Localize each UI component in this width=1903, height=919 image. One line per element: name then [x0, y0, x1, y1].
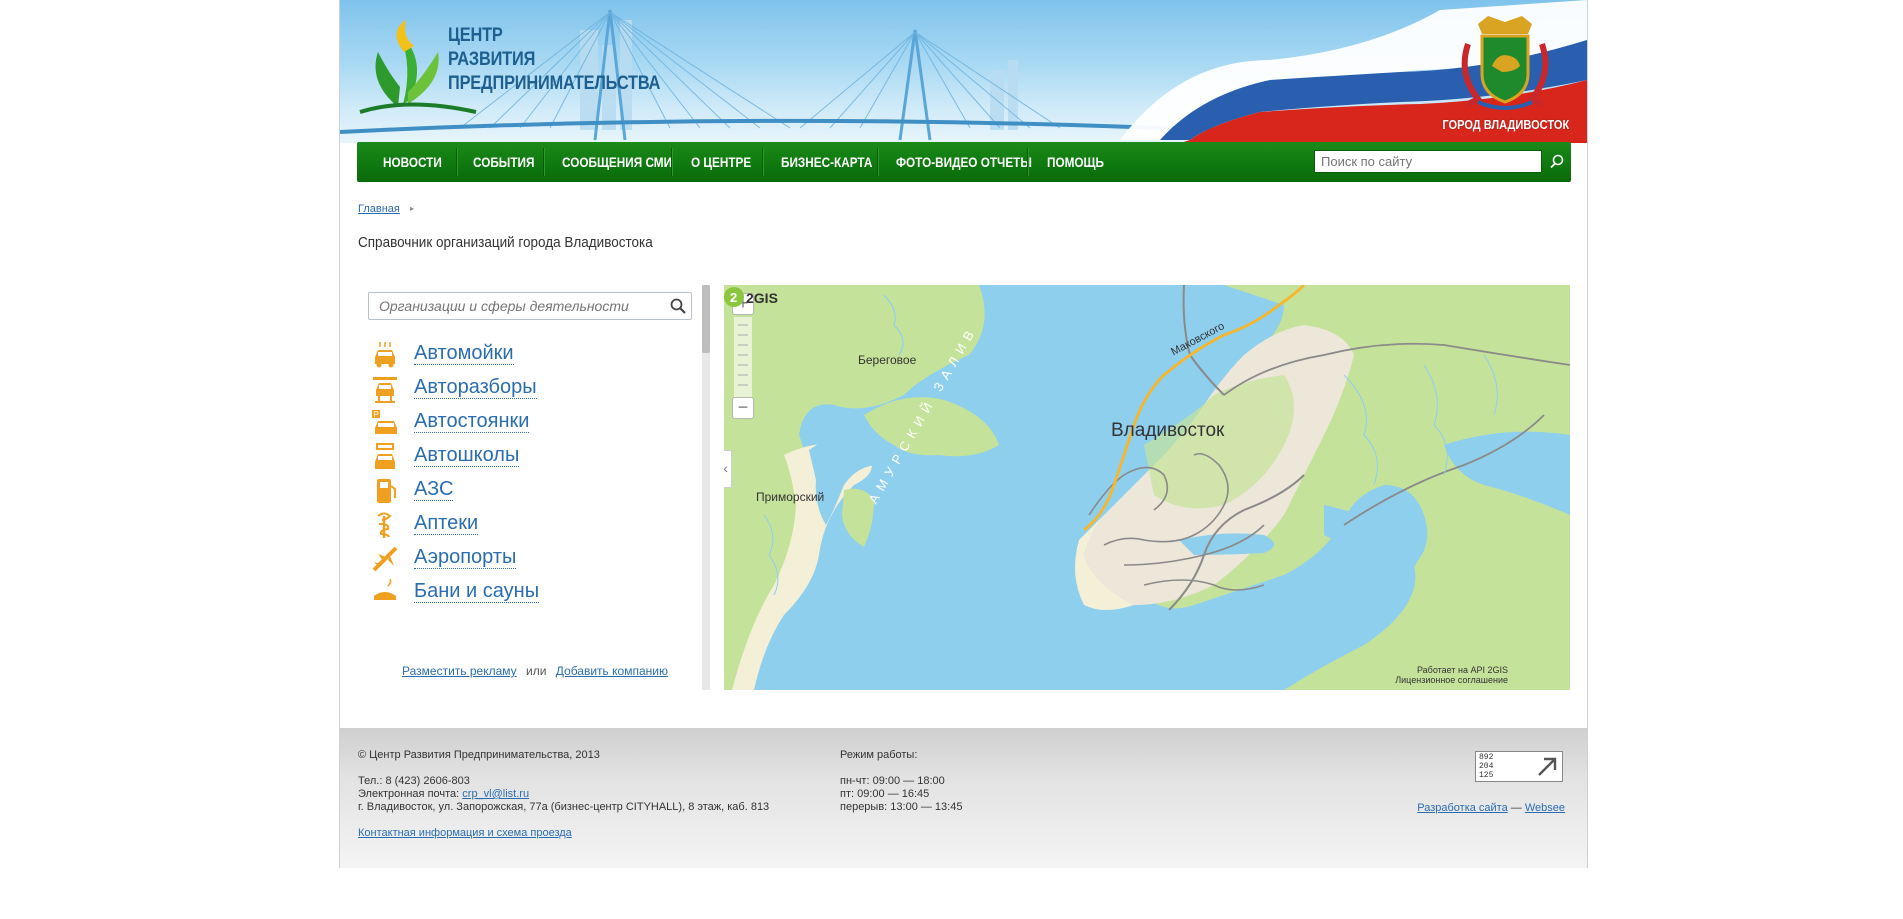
footer-hours-line: пн-чт: 09:00 — 18:00: [840, 775, 945, 787]
attribution-license-link[interactable]: Лицензионное соглашение: [1395, 675, 1508, 685]
footer-address: г. Владивосток, ул. Запорожская, 77а (би…: [358, 801, 770, 813]
footer-dev-link[interactable]: Разработка сайта: [1417, 802, 1507, 814]
footer-dev-dash: —: [1510, 802, 1522, 814]
map-label-city: Владивосток: [1111, 420, 1225, 441]
footer-hours-title: Режим работы:: [840, 749, 918, 761]
or-text: или: [526, 664, 547, 678]
catalog-search-icon[interactable]: [669, 297, 687, 315]
parking-icon: P: [372, 410, 397, 434]
pharmacy-icon: [377, 512, 392, 538]
zoom-out-button[interactable]: −: [732, 397, 754, 419]
nav-separator: [543, 148, 544, 176]
category-item[interactable]: АЗС: [370, 474, 680, 508]
car-wash-icon: [375, 342, 395, 368]
logo-line: ЦЕНТР: [448, 25, 503, 46]
city-map[interactable]: + − « Береговое Приморский АМУРСКИЙ ЗАЛИ…: [724, 285, 1570, 690]
category-item[interactable]: Аэропорты: [370, 542, 680, 576]
catalog-search-input[interactable]: [368, 292, 692, 320]
nav-separator: [456, 148, 457, 176]
category-label: Автостоянки: [414, 410, 530, 433]
2gis-brand-text: 2GIS: [746, 290, 778, 306]
category-item[interactable]: Аптеки: [370, 508, 680, 542]
nav-item-news[interactable]: НОВОСТИ: [383, 142, 442, 182]
airplane-icon: [372, 546, 398, 572]
footer-contacts-row: Контактная информация и схема проезда: [358, 826, 572, 840]
nav-item-business-map[interactable]: БИЗНЕС-КАРТА: [781, 142, 872, 182]
attribution-api: Работает на API 2GIS: [1416, 665, 1508, 675]
footer-contacts-link[interactable]: Контактная информация и схема проезда: [358, 827, 572, 839]
nav-item-media[interactable]: СООБЩЕНИЯ СМИ: [562, 142, 672, 182]
category-item[interactable]: Автомойки: [370, 338, 680, 372]
footer-developer-row: Разработка сайта — Websee: [1417, 801, 1565, 815]
car-lift-icon: [373, 377, 397, 403]
footer-email-row: Электронная почта: crp_vl@list.ru: [358, 787, 529, 801]
map-label-beregovoe: Береговое: [858, 353, 917, 367]
category-label: Аэропорты: [414, 546, 517, 569]
footer-hours-line: пт: 09:00 — 16:45: [840, 788, 930, 800]
city-emblem-icon: [1461, 16, 1549, 110]
search-icon[interactable]: [1547, 150, 1567, 173]
map-zoom-control: + −: [732, 293, 756, 433]
panel-collapse-button[interactable]: «: [724, 450, 732, 488]
logo-text: ЦЕНТР РАЗВИТИЯ ПРЕДПРИНИМАТЕЛЬСТВА: [448, 24, 695, 96]
category-item[interactable]: Авторазборы: [370, 372, 680, 406]
advertise-link[interactable]: Разместить рекламу: [402, 664, 517, 678]
svg-text:P: P: [374, 410, 379, 419]
footer-copyright: © Центр Развития Предпринимательства, 20…: [358, 749, 600, 761]
counter-digits: 892: [1479, 753, 1494, 762]
add-company-link[interactable]: Добавить компанию: [556, 664, 668, 678]
nav-item-about[interactable]: О ЦЕНТРЕ: [691, 142, 751, 182]
nav-separator: [877, 148, 878, 176]
footer-websee-link[interactable]: Websee: [1525, 802, 1565, 814]
logo-line: ПРЕДПРИНИМАТЕЛЬСТВА: [448, 73, 661, 94]
page-container: ЦЕНТР РАЗВИТИЯ ПРЕДПРИНИМАТЕЛЬСТВА ГОРОД…: [339, 0, 1588, 868]
map-label-primorsky: Приморский: [756, 490, 825, 504]
catalog-actions: Разместить рекламу или Добавить компанию: [402, 664, 668, 678]
footer-email-link[interactable]: crp_vl@list.ru: [462, 788, 529, 800]
category-scrollbar[interactable]: [702, 285, 710, 690]
counter-digits: 204: [1479, 762, 1494, 771]
category-label: АЗС: [414, 478, 454, 501]
2gis-logo[interactable]: 2 2GIS: [724, 285, 778, 309]
breadcrumb-arrow-icon: ▸: [410, 204, 415, 213]
category-label: Автомойки: [414, 342, 514, 365]
nav-separator: [762, 148, 763, 176]
sauna-icon: [374, 578, 396, 600]
counter-digits: 125: [1479, 771, 1494, 780]
arrow-up-right-icon: [1538, 757, 1557, 776]
driving-school-icon: [375, 443, 395, 469]
site-header: ЦЕНТР РАЗВИТИЯ ПРЕДПРИНИМАТЕЛЬСТВА ГОРОД…: [340, 0, 1587, 143]
scrollbar-thumb[interactable]: [702, 285, 710, 353]
map-tiles: [724, 285, 1570, 690]
footer-phone: Тел.: 8 (423) 2606-803: [358, 775, 470, 787]
nav-item-events[interactable]: СОБЫТИЯ: [473, 142, 534, 182]
page-title: Справочник организаций города Владивосто…: [358, 234, 653, 251]
svg-text:2: 2: [730, 290, 737, 305]
category-label: Автошколы: [414, 444, 520, 467]
footer-email-label: Электронная почта:: [358, 788, 460, 800]
nav-item-photo-video[interactable]: ФОТО-ВИДЕО ОТЧЕТЫ: [896, 142, 1032, 182]
category-item[interactable]: Бани и сауны: [370, 576, 680, 610]
site-footer: © Центр Развития Предпринимательства, 20…: [340, 728, 1587, 868]
category-item[interactable]: P Автостоянки: [370, 406, 680, 440]
zoom-slider-track[interactable]: [734, 317, 752, 397]
breadcrumb-home-link[interactable]: Главная: [358, 203, 400, 215]
category-item[interactable]: Автошколы: [370, 440, 680, 474]
footer-hours-line: перерыв: 13:00 — 13:45: [840, 801, 963, 813]
map-attribution: Работает на API 2GIS Лицензионное соглаш…: [1395, 665, 1508, 685]
visit-counter[interactable]: 892 204 125: [1475, 751, 1563, 782]
category-label: Аптеки: [414, 512, 479, 535]
nav-item-help[interactable]: ПОМОЩЬ: [1047, 142, 1104, 182]
logo-line: РАЗВИТИЯ: [448, 49, 536, 70]
fuel-pump-icon: [377, 479, 396, 503]
main-nav: НОВОСТИ СОБЫТИЯ СООБЩЕНИЯ СМИ О ЦЕНТРЕ Б…: [357, 142, 1571, 182]
city-label: ГОРОД ВЛАДИВОСТОК: [1442, 117, 1569, 132]
nav-separator: [671, 148, 672, 176]
category-list: Автомойки Авторазборы P Автостоянки Авто…: [370, 338, 690, 656]
category-label: Бани и сауны: [414, 580, 540, 603]
category-label: Авторазборы: [414, 376, 537, 399]
nav-separator: [1027, 148, 1028, 176]
site-search-input[interactable]: [1314, 150, 1542, 173]
